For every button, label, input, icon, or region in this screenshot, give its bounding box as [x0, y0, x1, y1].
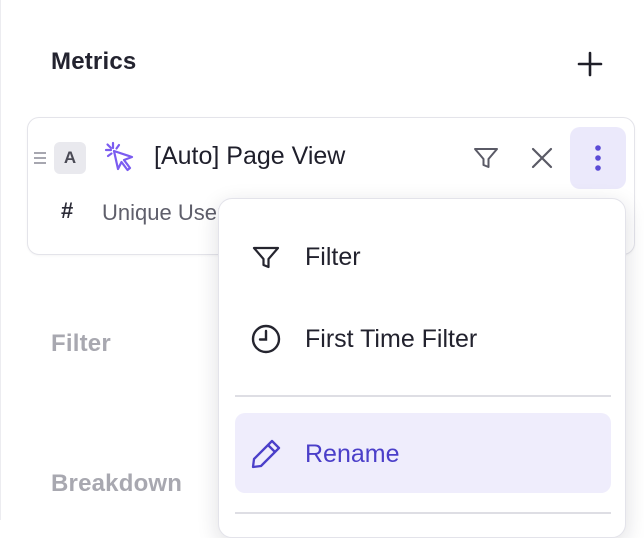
breakdown-heading: Breakdown	[51, 470, 183, 497]
menu-item-filter[interactable]: Filter	[235, 216, 611, 296]
metric-options-menu: Filter First Time Filter Rename	[218, 198, 626, 538]
add-metric-button[interactable]	[574, 48, 606, 80]
measure-type-icon: #	[61, 198, 74, 223]
pencil-icon	[249, 437, 283, 471]
metric-letter-badge: A	[54, 142, 86, 174]
menu-divider	[235, 395, 611, 397]
filter-icon	[249, 240, 283, 274]
metric-filter-button[interactable]	[469, 141, 503, 175]
auto-click-icon	[103, 140, 137, 174]
close-icon	[531, 147, 553, 169]
filter-icon	[474, 148, 498, 168]
menu-item-rename[interactable]: Rename	[235, 413, 611, 493]
panel-border	[0, 0, 1, 520]
plus-icon	[577, 51, 603, 77]
menu-item-label: First Time Filter	[305, 325, 478, 353]
more-options-button[interactable]	[570, 127, 626, 189]
remove-metric-button[interactable]	[525, 141, 559, 175]
menu-item-first-time-filter[interactable]: First Time Filter	[235, 298, 611, 378]
menu-item-label: Filter	[305, 243, 361, 271]
event-name[interactable]: [Auto] Page View	[154, 142, 345, 171]
metrics-heading: Metrics	[51, 48, 137, 75]
filter-heading: Filter	[51, 330, 111, 357]
more-vertical-icon	[595, 145, 601, 171]
menu-divider	[235, 512, 611, 514]
measure-selector[interactable]: Unique Users	[102, 200, 235, 226]
clock-icon	[249, 322, 283, 356]
menu-item-label: Rename	[305, 440, 400, 468]
drag-handle[interactable]	[33, 150, 47, 166]
drag-handle-icon	[34, 152, 46, 164]
